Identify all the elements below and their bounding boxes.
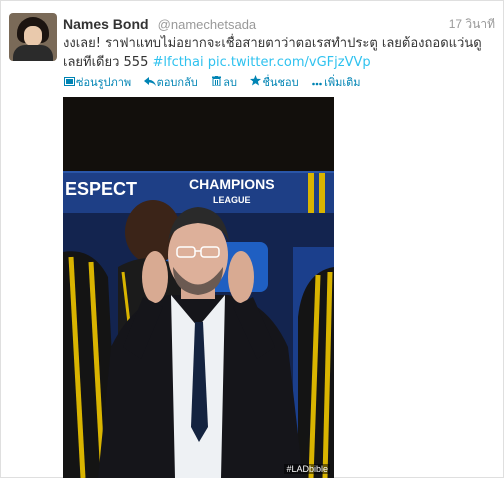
banner-left-text: ESPECT	[65, 179, 137, 199]
image-icon	[63, 76, 75, 89]
photo-credit: #LADbible	[284, 464, 330, 474]
favorite-button[interactable]: ชื่นชอบ	[250, 73, 299, 91]
trash-icon	[210, 76, 222, 89]
hashtag-link[interactable]: #lfcthai	[152, 55, 203, 70]
tweet-photo[interactable]: ESPECT CHAMPIONS LEAGUE #LADbible	[63, 97, 334, 478]
reply-icon	[143, 76, 156, 89]
more-icon	[311, 76, 323, 89]
tweet-timestamp[interactable]: 17 วินาที	[449, 15, 495, 34]
star-icon	[250, 75, 262, 89]
user-name[interactable]: Names Bond	[63, 16, 149, 32]
more-button[interactable]: เพิ่มเติม	[311, 73, 361, 91]
more-label: เพิ่มเติม	[324, 76, 361, 89]
hide-photo-button[interactable]: ซ่อนรูปภาพ	[63, 73, 131, 91]
tweet-header: Names Bond @namechetsada	[63, 14, 256, 32]
delete-button[interactable]: ลบ	[210, 73, 237, 91]
avatar-face	[24, 26, 42, 46]
user-handle[interactable]: @namechetsada	[158, 17, 256, 32]
tweet-text: งงเลย! ราฟาแทบไม่อยากจะเชื่อสายตาว่าตอเร…	[63, 34, 499, 72]
hide-photo-label: ซ่อนรูปภาพ	[76, 76, 132, 89]
banner-sub-text: LEAGUE	[213, 195, 251, 205]
photo-illustration: ESPECT CHAMPIONS LEAGUE	[63, 97, 334, 478]
pic-link[interactable]: pic.twitter.com/vGFjzVVp	[208, 55, 371, 70]
reply-label: ตอบกลับ	[156, 76, 198, 89]
tweet-actions: ซ่อนรูปภาพ ตอบกลับ ลบ ชื่นชอบ เพิ่มเติม	[63, 73, 370, 89]
favorite-label: ชื่นชอบ	[262, 76, 299, 89]
reply-button[interactable]: ตอบกลับ	[143, 73, 198, 91]
delete-label: ลบ	[223, 76, 238, 89]
avatar-shirt	[13, 45, 53, 61]
tweet-card: Names Bond @namechetsada 17 วินาที งงเลย…	[0, 0, 504, 478]
avatar[interactable]	[9, 13, 57, 61]
banner-main-text: CHAMPIONS	[189, 176, 275, 192]
